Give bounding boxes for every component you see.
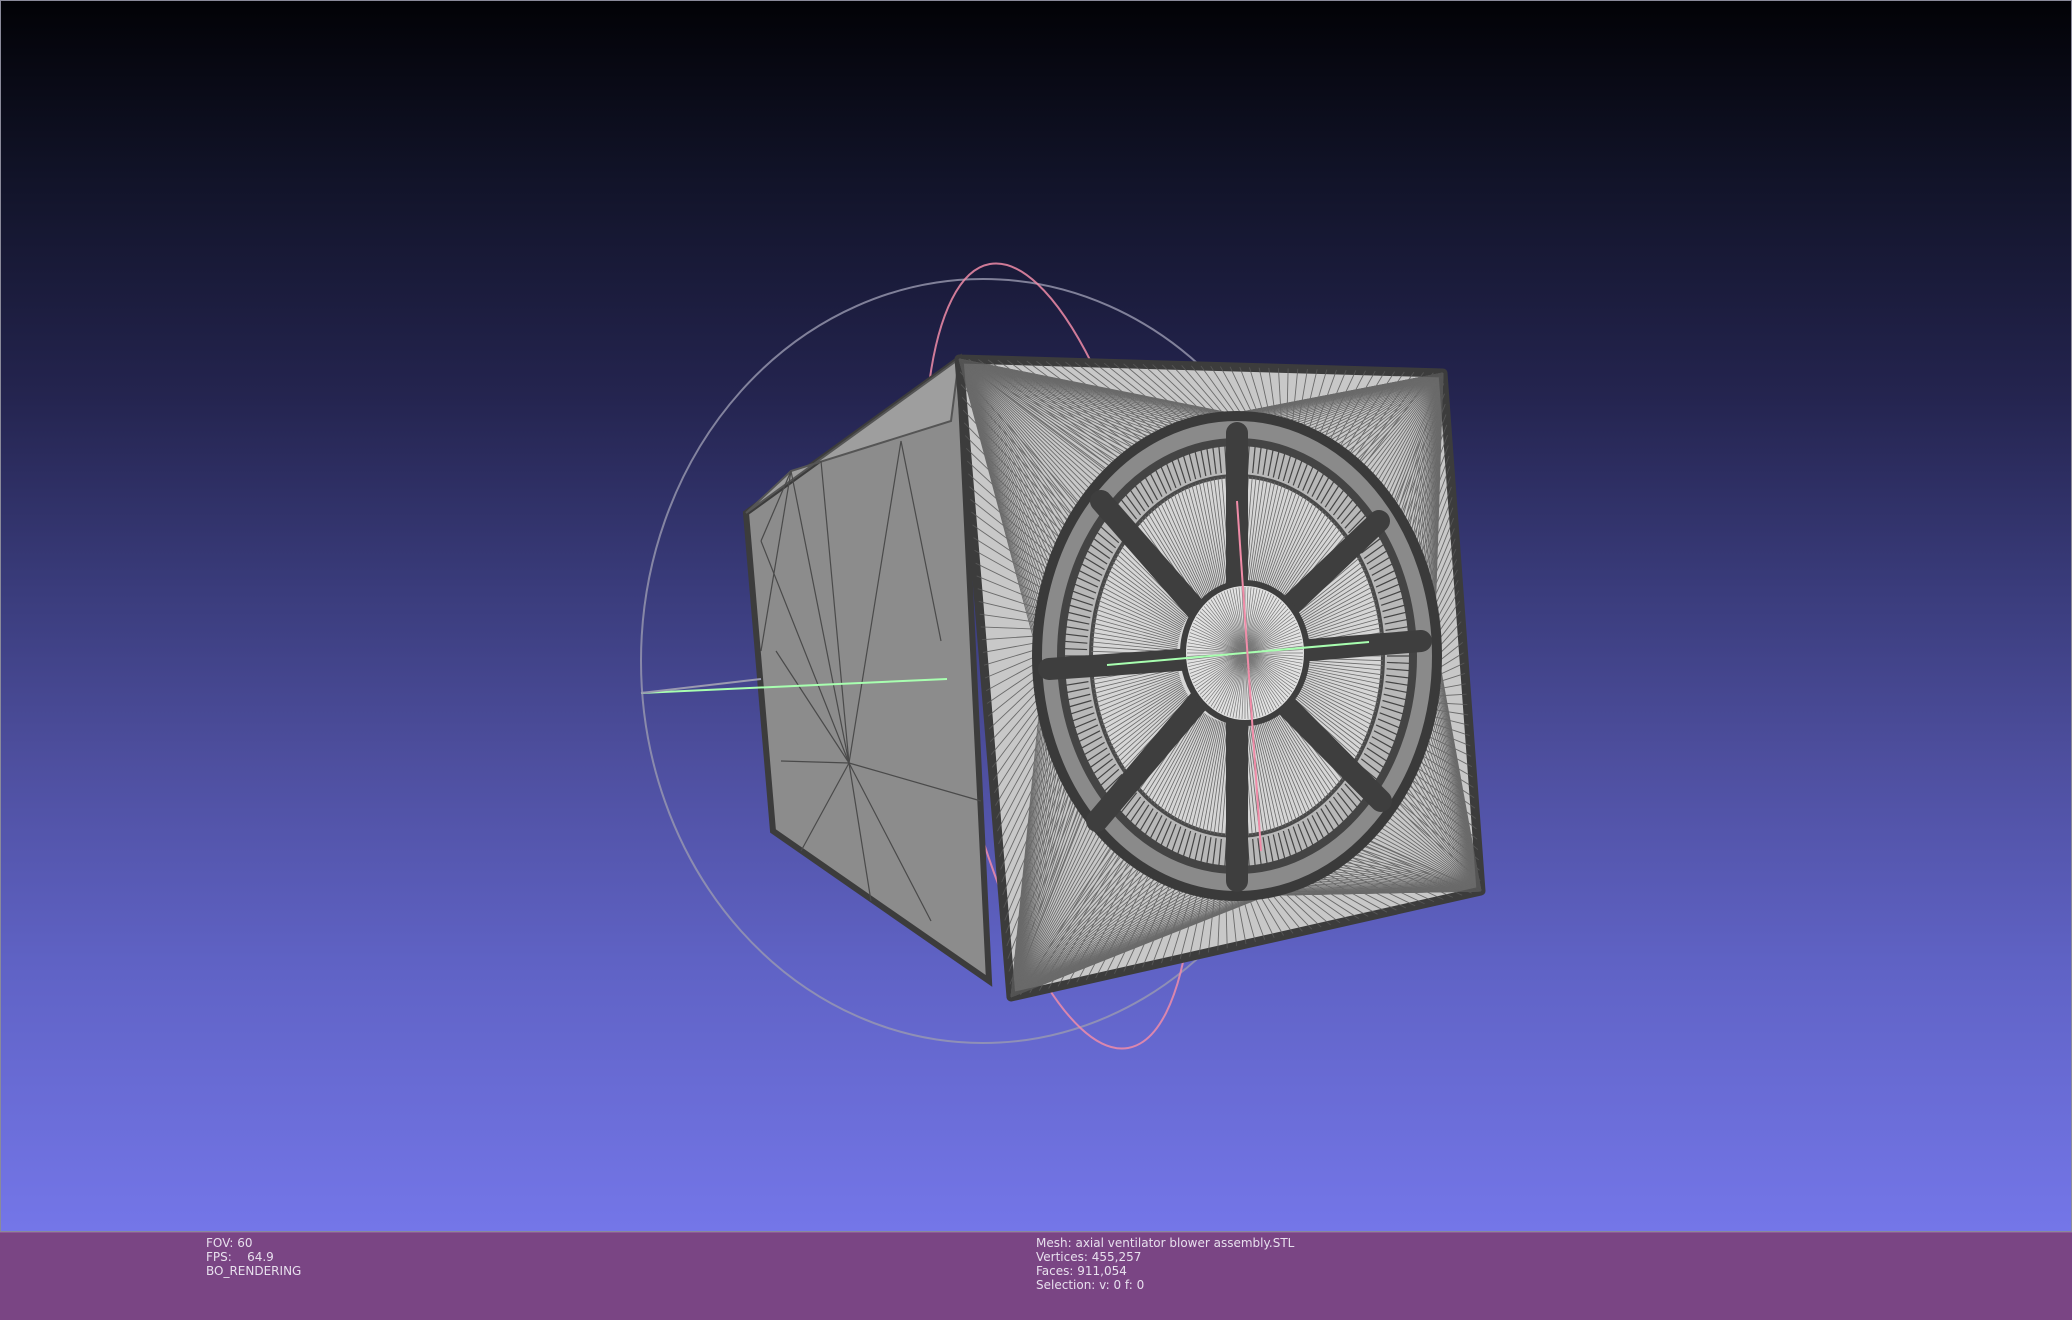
fps-label: FPS: <box>206 1250 232 1264</box>
fov-value: 60 <box>237 1236 253 1250</box>
faces-value: 911,054 <box>1077 1264 1127 1278</box>
fov-label: FOV: <box>206 1236 234 1250</box>
fov-line: FOV: 60 <box>206 1236 301 1250</box>
mesh-name: axial ventilator blower assembly.STL <box>1075 1236 1295 1250</box>
selection-label: Selection: <box>1036 1278 1096 1292</box>
status-bar: FOV: 60 FPS: 64.9 BO_RENDERING Mesh: axi… <box>0 1232 2072 1320</box>
selection-value: v: 0 f: 0 <box>1099 1278 1145 1292</box>
selection-line: Selection: v: 0 f: 0 <box>1036 1278 1294 1292</box>
mesh-name-line: Mesh: axial ventilator blower assembly.S… <box>1036 1236 1294 1250</box>
faces-line: Faces: 911,054 <box>1036 1264 1294 1278</box>
mesh-info: Mesh: axial ventilator blower assembly.S… <box>1036 1236 1294 1292</box>
view-info: FOV: 60 FPS: 64.9 BO_RENDERING <box>206 1236 301 1278</box>
fps-value: 64.9 <box>247 1250 274 1264</box>
mesh-label: Mesh: <box>1036 1236 1072 1250</box>
fps-line: FPS: 64.9 <box>206 1250 301 1264</box>
vertices-line: Vertices: 455,257 <box>1036 1250 1294 1264</box>
faces-label: Faces: <box>1036 1264 1074 1278</box>
mesh-scene[interactable] <box>1 1 2072 1232</box>
render-mode: BO_RENDERING <box>206 1264 302 1278</box>
vertices-label: Vertices: <box>1036 1250 1088 1264</box>
vertices-value: 455,257 <box>1091 1250 1142 1264</box>
housing-side-face <box>742 353 993 987</box>
3d-viewport[interactable] <box>0 0 2072 1232</box>
